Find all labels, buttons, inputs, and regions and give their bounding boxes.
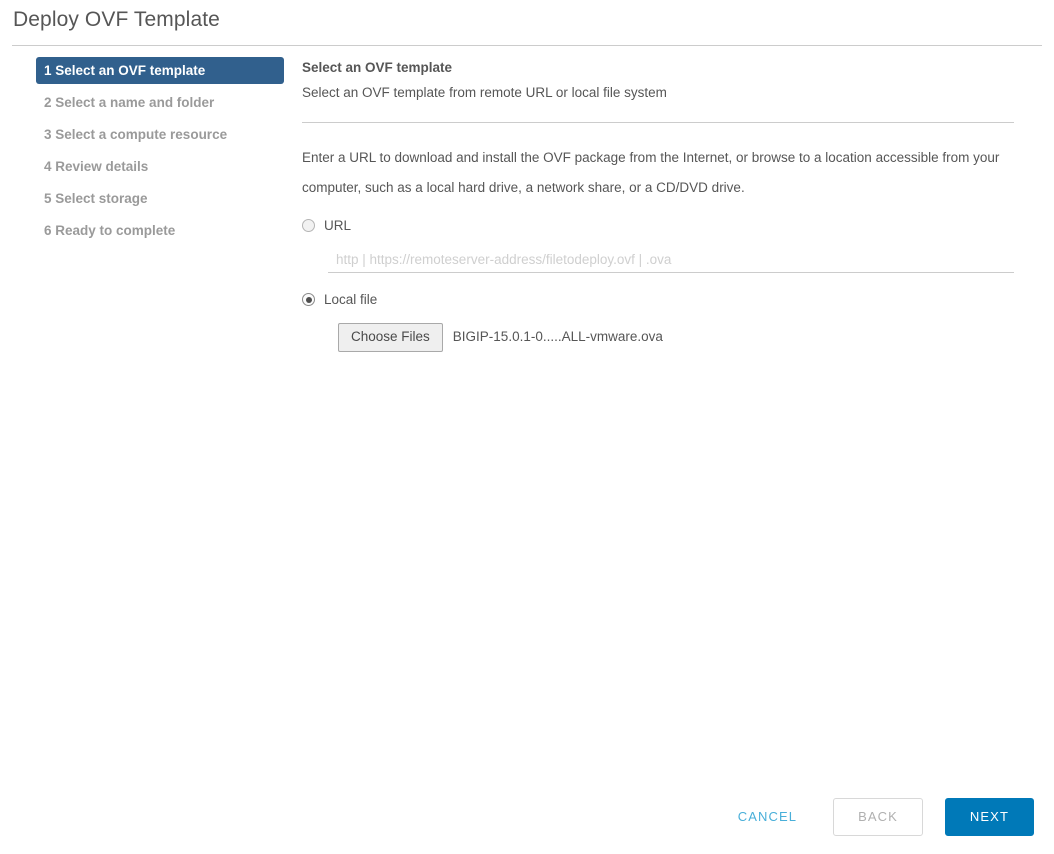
content-divider: [302, 122, 1014, 123]
radio-url-icon[interactable]: [302, 219, 315, 232]
selected-file-name: BIGIP-15.0.1-0.....ALL-vmware.ova: [453, 328, 663, 346]
wizard-step-4[interactable]: 4 Review details: [36, 153, 284, 180]
wizard-footer: CANCEL BACK NEXT: [724, 798, 1034, 836]
wizard-step-2[interactable]: 2 Select a name and folder: [36, 89, 284, 116]
source-option-local-file-label: Local file: [324, 291, 377, 309]
wizard-step-5[interactable]: 5 Select storage: [36, 185, 284, 212]
url-input-wrapper: [328, 251, 1014, 273]
source-option-local-file[interactable]: Local file: [302, 291, 1015, 309]
back-button: BACK: [833, 798, 923, 836]
source-option-url-label: URL: [324, 217, 351, 235]
title-divider: [12, 45, 1042, 46]
wizard-steps-nav: 1 Select an OVF template 2 Select a name…: [36, 57, 284, 249]
cancel-button[interactable]: CANCEL: [724, 799, 811, 835]
page-title: Deploy OVF Template: [13, 6, 220, 34]
content-description: Enter a URL to download and install the …: [302, 143, 1002, 203]
wizard-step-3[interactable]: 3 Select a compute resource: [36, 121, 284, 148]
source-option-url[interactable]: URL: [302, 217, 1015, 235]
radio-local-file-icon[interactable]: [302, 293, 315, 306]
choose-files-button[interactable]: Choose Files: [338, 323, 443, 352]
next-button[interactable]: NEXT: [945, 798, 1034, 836]
content-subheading: Select an OVF template from remote URL o…: [302, 82, 1015, 104]
deploy-ovf-template-wizard: Deploy OVF Template 1 Select an OVF temp…: [0, 0, 1054, 854]
content-heading: Select an OVF template: [302, 57, 1015, 79]
file-chooser-row: Choose Files BIGIP-15.0.1-0.....ALL-vmwa…: [338, 323, 1015, 352]
wizard-step-1[interactable]: 1 Select an OVF template: [36, 57, 284, 84]
wizard-step-6[interactable]: 6 Ready to complete: [36, 217, 284, 244]
url-input[interactable]: [328, 252, 1014, 273]
wizard-content-pane: Select an OVF template Select an OVF tem…: [302, 57, 1015, 352]
